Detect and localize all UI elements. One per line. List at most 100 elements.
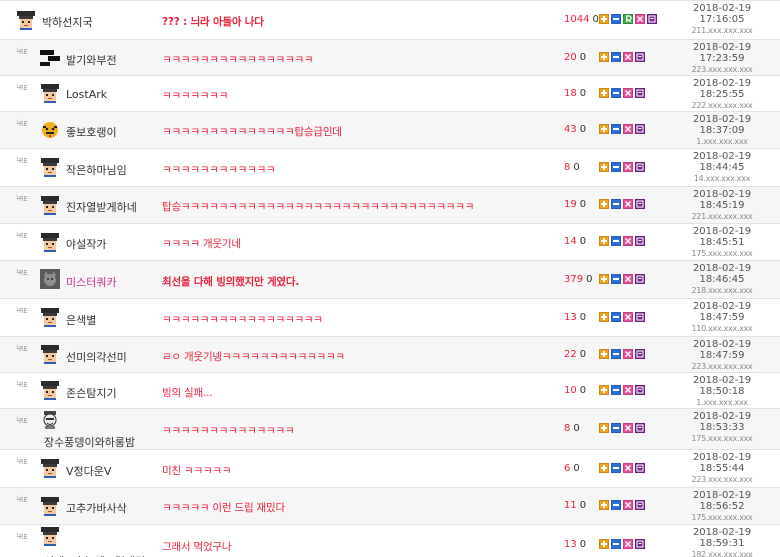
oppose-minus-icon[interactable] [611,539,621,549]
report-x-icon[interactable] [623,162,633,172]
oppose-minus-icon[interactable] [611,423,621,433]
nickname-link[interactable]: 발기와부전 [66,52,117,68]
report-x-icon[interactable] [635,14,645,24]
nickname-link[interactable]: 고추가바사삭 [66,500,127,516]
nickname-link[interactable]: 미스터쿼카 [66,274,117,290]
oppose-minus-icon[interactable] [611,312,621,322]
avatar-icon[interactable] [40,307,60,327]
oppose-minus-icon[interactable] [611,199,621,209]
report-x-icon[interactable] [623,88,633,98]
oppose-minus-icon[interactable] [611,88,621,98]
recommend-plus-icon[interactable] [599,385,609,395]
memo-icon[interactable] [635,88,645,98]
recommend-plus-icon[interactable] [599,236,609,246]
oppose-minus-icon[interactable] [611,124,621,134]
avatar-icon[interactable] [40,344,60,364]
comment-row: └RE 좋보호랭이 ㅋㅋㅋㅋㅋㅋㅋㅋㅋㅋㅋㅋㅋㅋ탑승급인데 43 0 2018-02-1… [0,112,780,149]
memo-icon[interactable] [635,385,645,395]
memo-icon[interactable] [635,500,645,510]
memo-icon[interactable] [635,423,645,433]
recommend-plus-icon[interactable] [599,199,609,209]
avatar-icon[interactable] [40,496,60,516]
nickname-link[interactable]: 야설작가 [66,236,106,252]
reply-marker: └RE [15,307,28,315]
report-x-icon[interactable] [623,274,633,284]
nickname-link[interactable]: 존슨탐지기 [66,385,117,401]
nickname-link[interactable]: 장수풍뎅이와하롱밤 [44,434,135,450]
memo-icon[interactable] [635,349,645,359]
nickname-link[interactable]: 좋보호랭이 [66,124,117,140]
nickname-link[interactable]: 선미의각선미 [66,349,127,365]
avatar-icon[interactable] [40,195,60,215]
recommend-plus-icon[interactable] [599,312,609,322]
memo-icon[interactable] [635,539,645,549]
memo-icon[interactable] [635,162,645,172]
report-x-icon[interactable] [623,199,633,209]
memo-icon[interactable] [647,14,657,24]
recommend-plus-icon[interactable] [599,500,609,510]
recommend-plus-icon[interactable] [599,539,609,549]
nickname-link[interactable]: 박하선지국 [42,14,93,30]
report-x-icon[interactable] [623,423,633,433]
report-x-icon[interactable] [623,539,633,549]
report-x-icon[interactable] [623,124,633,134]
report-x-icon[interactable] [623,349,633,359]
memo-icon[interactable] [635,312,645,322]
report-x-icon[interactable] [623,385,633,395]
memo-icon[interactable] [635,274,645,284]
oppose-minus-icon[interactable] [611,14,621,24]
oppose-minus-icon[interactable] [611,274,621,284]
nickname-link[interactable]: LostArk [66,88,107,101]
oppose-minus-icon[interactable] [611,162,621,172]
report-x-icon[interactable] [623,500,633,510]
avatar-icon[interactable] [40,458,60,478]
report-x-icon[interactable] [623,312,633,322]
comment-meta: 2018-02-19 18:47:59 223.xxx.xxx.xxx [674,339,770,372]
recommend-plus-icon[interactable] [599,162,609,172]
nickname-link[interactable]: V정다운V [66,463,111,479]
recommend-count-value: 6 [564,463,571,474]
avatar-icon[interactable] [40,157,60,177]
recommend-plus-icon[interactable] [599,52,609,62]
report-x-icon[interactable] [623,463,633,473]
oppose-minus-icon[interactable] [611,385,621,395]
recommend-plus-icon[interactable] [599,14,609,24]
report-x-icon[interactable] [623,52,633,62]
comment-time: 18:55:44 [699,463,745,474]
avatar-icon[interactable] [40,526,60,546]
comment-actions [599,236,645,246]
avatar-icon[interactable] [40,47,60,67]
recommend-plus-icon[interactable] [599,88,609,98]
recommend-plus-icon[interactable] [599,423,609,433]
oppose-minus-icon[interactable] [611,349,621,359]
avatar-icon[interactable] [40,83,60,103]
avatar-icon[interactable] [40,269,60,289]
nickname-link[interactable]: 이베꼬초능에고렸개리 [44,553,145,557]
memo-icon[interactable] [635,236,645,246]
nickname-link[interactable]: 은색별 [66,312,96,328]
avatar-icon[interactable] [16,10,36,30]
oppose-minus-icon[interactable] [611,463,621,473]
oppose-minus-icon[interactable] [611,500,621,510]
nickname-link[interactable]: 진자열받게하네 [66,199,137,215]
reply-r-icon[interactable] [623,14,633,24]
avatar-icon[interactable] [40,380,60,400]
recommend-count-value: 1044 [564,14,590,25]
nickname-link[interactable]: 작은하마님임 [66,162,127,178]
recommend-plus-icon[interactable] [599,274,609,284]
memo-icon[interactable] [635,463,645,473]
recommend-plus-icon[interactable] [599,349,609,359]
oppose-minus-icon[interactable] [611,236,621,246]
report-x-icon[interactable] [623,236,633,246]
recommend-plus-icon[interactable] [599,463,609,473]
memo-icon[interactable] [635,199,645,209]
avatar-icon[interactable] [40,232,60,252]
memo-icon[interactable] [635,124,645,134]
memo-icon[interactable] [635,52,645,62]
avatar-icon[interactable] [40,120,60,140]
comment-time: 17:16:05 [699,14,745,25]
avatar-icon[interactable] [40,410,60,430]
oppose-minus-icon[interactable] [611,52,621,62]
reply-marker: └RE [15,417,28,425]
recommend-plus-icon[interactable] [599,124,609,134]
